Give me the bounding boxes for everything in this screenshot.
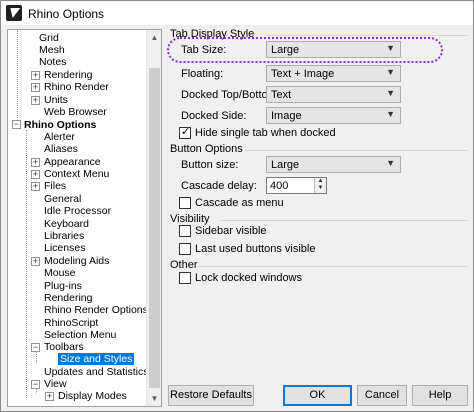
- hide-single-tab-label[interactable]: Hide single tab when docked: [195, 127, 336, 139]
- expand-context-menu-icon[interactable]: +: [31, 170, 40, 179]
- tree-item-aliases[interactable]: Aliases: [44, 143, 78, 155]
- expand-rendering-icon[interactable]: +: [31, 71, 40, 80]
- tab-size-value: Large: [271, 44, 300, 56]
- tree-item-licenses[interactable]: Licenses: [44, 242, 85, 254]
- tree-item-selection-menu[interactable]: Selection Menu: [44, 329, 116, 341]
- tree-item-rendering-options[interactable]: Rendering: [44, 292, 92, 304]
- other-group-title: Other: [170, 259, 198, 271]
- tree-item-units[interactable]: Units: [44, 94, 68, 106]
- help-button[interactable]: Help: [412, 385, 468, 406]
- tree-item-keyboard[interactable]: Keyboard: [44, 218, 89, 230]
- tree-item-general[interactable]: General: [44, 193, 81, 205]
- expand-units-icon[interactable]: +: [31, 96, 40, 105]
- tree-item-plug-ins[interactable]: Plug-ins: [44, 280, 82, 292]
- tree-item-rendering[interactable]: Rendering: [44, 69, 92, 81]
- ok-button[interactable]: OK: [283, 385, 352, 406]
- tree-item-rhino-render[interactable]: Rhino Render: [44, 81, 109, 93]
- docked-side-value: Image: [271, 110, 302, 122]
- last-used-buttons-label[interactable]: Last used buttons visible: [195, 243, 315, 255]
- last-used-buttons-checkbox[interactable]: [179, 243, 191, 255]
- collapse-toolbars-icon[interactable]: −: [31, 343, 40, 352]
- title-bar: Rhino Options: [1, 1, 473, 25]
- cascade-as-menu-checkbox[interactable]: [179, 197, 191, 209]
- tree-item-rhinoscript[interactable]: RhinoScript: [44, 317, 98, 329]
- docked-side-label: Docked Side:: [181, 110, 247, 122]
- tree-item-display-modes[interactable]: Display Modes: [58, 390, 127, 402]
- scroll-thumb[interactable]: [149, 68, 160, 388]
- visibility-group-title: Visibility: [170, 213, 210, 225]
- button-options-group-title: Button Options: [170, 143, 243, 155]
- group-divider: [245, 150, 468, 151]
- tree-item-appearance[interactable]: Appearance: [44, 156, 101, 168]
- tree-item-grid[interactable]: Grid: [39, 32, 59, 44]
- chevron-down-icon: ▼: [386, 43, 395, 53]
- restore-defaults-button[interactable]: Restore Defaults: [168, 385, 254, 406]
- floating-value: Text + Image: [271, 68, 335, 80]
- collapse-rhino-options-icon[interactable]: −: [12, 120, 21, 129]
- expand-display-modes-icon[interactable]: +: [45, 392, 54, 401]
- rhino-app-icon: [6, 5, 22, 21]
- group-divider: [220, 220, 468, 221]
- chevron-down-icon: ▼: [386, 109, 395, 119]
- tree-item-libraries[interactable]: Libraries: [44, 230, 84, 242]
- collapse-view-icon[interactable]: −: [31, 380, 40, 389]
- scroll-down-icon[interactable]: ▼: [147, 391, 161, 406]
- tree-item-toolbars[interactable]: Toolbars: [44, 341, 84, 353]
- lock-docked-windows-checkbox[interactable]: [179, 272, 191, 284]
- cascade-as-menu-label[interactable]: Cascade as menu: [195, 197, 284, 209]
- expand-rhino-render-icon[interactable]: +: [31, 83, 40, 92]
- tree-item-rhino-options[interactable]: Rhino Options: [24, 119, 96, 131]
- hide-single-tab-checkbox[interactable]: [179, 125, 191, 139]
- tree-item-files[interactable]: Files: [44, 180, 66, 192]
- expand-files-icon[interactable]: +: [31, 182, 40, 191]
- group-divider: [198, 266, 468, 267]
- tab-size-select[interactable]: Large ▼: [266, 41, 401, 58]
- docked-top-bottom-value: Text: [271, 89, 292, 101]
- button-size-select[interactable]: Large ▼: [266, 156, 401, 173]
- cascade-delay-label: Cascade delay:: [181, 180, 257, 192]
- chevron-down-icon: ▼: [386, 67, 395, 77]
- sidebar-visible-label[interactable]: Sidebar visible: [195, 225, 267, 237]
- floating-select[interactable]: Text + Image ▼: [266, 65, 401, 82]
- tree-item-web-browser[interactable]: Web Browser: [44, 106, 107, 118]
- tree-item-notes[interactable]: Notes: [39, 56, 66, 68]
- cascade-delay-stepper[interactable]: 400 ▲ ▼: [266, 177, 327, 194]
- group-divider: [266, 35, 468, 36]
- docked-top-bottom-select[interactable]: Text ▼: [266, 86, 401, 103]
- chevron-down-icon: ▼: [386, 88, 395, 98]
- expand-appearance-icon[interactable]: +: [31, 158, 40, 167]
- tree-item-rhino-render-options[interactable]: Rhino Render Options: [44, 304, 148, 316]
- options-tree[interactable]: Grid Mesh Notes + Rendering + Rhino Rend…: [7, 29, 162, 407]
- tree-connector: [17, 30, 18, 118]
- button-size-value: Large: [271, 159, 300, 171]
- tree-item-modeling-aids[interactable]: Modeling Aids: [44, 255, 109, 267]
- tree-connector: [26, 130, 27, 398]
- tree-item-alerter[interactable]: Alerter: [44, 131, 75, 143]
- tree-item-idle-processor[interactable]: Idle Processor: [44, 205, 111, 217]
- window-title: Rhino Options: [28, 7, 105, 21]
- lock-docked-windows-label[interactable]: Lock docked windows: [195, 272, 302, 284]
- tree-scrollbar[interactable]: ▲ ▼: [146, 30, 161, 406]
- tree-item-view[interactable]: View: [44, 378, 67, 390]
- tree-item-mouse[interactable]: Mouse: [44, 267, 76, 279]
- docked-side-select[interactable]: Image ▼: [266, 107, 401, 124]
- expand-modeling-aids-icon[interactable]: +: [31, 257, 40, 266]
- tree-item-size-and-styles[interactable]: Size and Styles: [58, 353, 135, 365]
- spin-up-icon[interactable]: ▲: [315, 178, 326, 185]
- tab-size-label: Tab Size:: [181, 44, 227, 56]
- tree-item-mesh[interactable]: Mesh: [39, 44, 65, 56]
- spin-buttons[interactable]: ▲ ▼: [314, 178, 326, 193]
- sidebar-visible-checkbox[interactable]: [179, 225, 191, 237]
- cascade-delay-value[interactable]: 400: [270, 180, 288, 192]
- tree-item-updates-and-statistics[interactable]: Updates and Statistics: [44, 366, 148, 378]
- spin-down-icon[interactable]: ▼: [315, 185, 326, 192]
- floating-label: Floating:: [181, 68, 224, 80]
- tree-item-context-menu[interactable]: Context Menu: [44, 168, 109, 180]
- scroll-up-icon[interactable]: ▲: [147, 30, 161, 45]
- button-size-label: Button size:: [181, 159, 239, 171]
- rhino-options-window: Rhino Options Grid Mesh Notes + Renderin…: [0, 0, 474, 412]
- chevron-down-icon: ▼: [386, 158, 395, 168]
- cancel-button[interactable]: Cancel: [357, 385, 407, 406]
